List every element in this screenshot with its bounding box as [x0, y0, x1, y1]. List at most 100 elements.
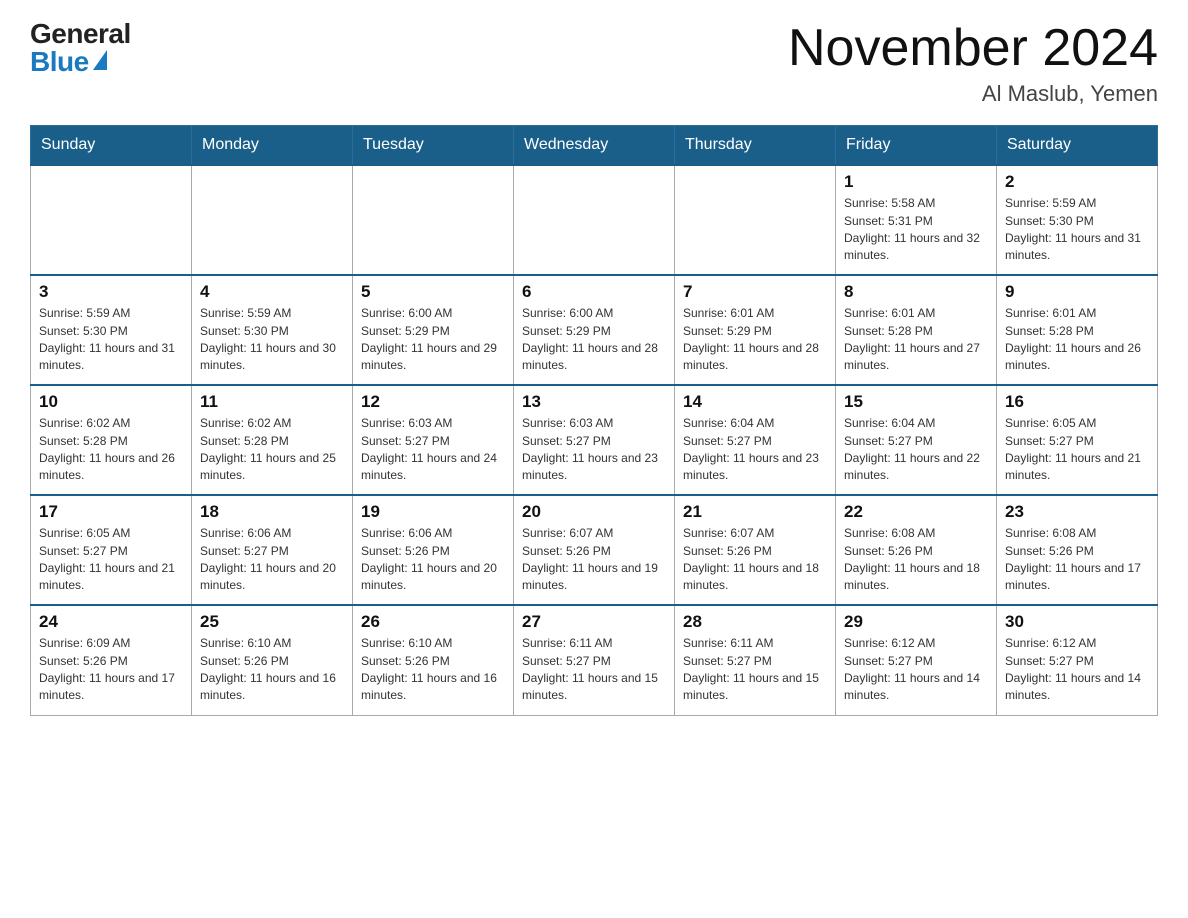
weekday-header-tuesday: Tuesday	[353, 126, 514, 166]
calendar-cell: 20 Sunrise: 6:07 AM Sunset: 5:26 PM Dayli…	[514, 495, 675, 605]
weekday-header-sunday: Sunday	[31, 126, 192, 166]
day-info: Sunrise: 6:07 AM Sunset: 5:26 PM Dayligh…	[522, 525, 666, 595]
calendar-cell	[353, 165, 514, 275]
calendar-cell	[675, 165, 836, 275]
page-header: General Blue November 2024 Al Maslub, Ye…	[30, 20, 1158, 107]
day-number: 27	[522, 612, 666, 632]
main-title: November 2024	[788, 20, 1158, 77]
day-info: Sunrise: 6:02 AM Sunset: 5:28 PM Dayligh…	[39, 415, 183, 485]
day-info: Sunrise: 5:58 AM Sunset: 5:31 PM Dayligh…	[844, 195, 988, 265]
calendar-cell: 15 Sunrise: 6:04 AM Sunset: 5:27 PM Dayli…	[836, 385, 997, 495]
week-row-3: 10 Sunrise: 6:02 AM Sunset: 5:28 PM Dayli…	[31, 385, 1158, 495]
day-number: 1	[844, 172, 988, 192]
weekday-header-wednesday: Wednesday	[514, 126, 675, 166]
day-info: Sunrise: 6:00 AM Sunset: 5:29 PM Dayligh…	[522, 305, 666, 375]
day-info: Sunrise: 6:01 AM Sunset: 5:28 PM Dayligh…	[844, 305, 988, 375]
day-number: 26	[361, 612, 505, 632]
day-info: Sunrise: 6:10 AM Sunset: 5:26 PM Dayligh…	[200, 635, 344, 705]
day-number: 15	[844, 392, 988, 412]
day-info: Sunrise: 6:11 AM Sunset: 5:27 PM Dayligh…	[683, 635, 827, 705]
day-number: 29	[844, 612, 988, 632]
day-number: 30	[1005, 612, 1149, 632]
day-number: 8	[844, 282, 988, 302]
calendar-cell: 8 Sunrise: 6:01 AM Sunset: 5:28 PM Daylig…	[836, 275, 997, 385]
day-number: 23	[1005, 502, 1149, 522]
calendar-cell	[192, 165, 353, 275]
calendar-cell: 4 Sunrise: 5:59 AM Sunset: 5:30 PM Daylig…	[192, 275, 353, 385]
day-info: Sunrise: 6:07 AM Sunset: 5:26 PM Dayligh…	[683, 525, 827, 595]
day-number: 21	[683, 502, 827, 522]
day-info: Sunrise: 6:06 AM Sunset: 5:26 PM Dayligh…	[361, 525, 505, 595]
day-number: 12	[361, 392, 505, 412]
calendar-cell: 1 Sunrise: 5:58 AM Sunset: 5:31 PM Daylig…	[836, 165, 997, 275]
day-info: Sunrise: 6:10 AM Sunset: 5:26 PM Dayligh…	[361, 635, 505, 705]
day-info: Sunrise: 6:05 AM Sunset: 5:27 PM Dayligh…	[1005, 415, 1149, 485]
day-info: Sunrise: 6:04 AM Sunset: 5:27 PM Dayligh…	[683, 415, 827, 485]
week-row-5: 24Sunrise: 6:09 AM Sunset: 5:26 PM Dayli…	[31, 605, 1158, 715]
day-info: Sunrise: 6:04 AM Sunset: 5:27 PM Dayligh…	[844, 415, 988, 485]
calendar-cell	[31, 165, 192, 275]
calendar-cell: 13 Sunrise: 6:03 AM Sunset: 5:27 PM Dayli…	[514, 385, 675, 495]
calendar-cell: 25 Sunrise: 6:10 AM Sunset: 5:26 PM Dayli…	[192, 605, 353, 715]
day-info: Sunrise: 6:08 AM Sunset: 5:26 PM Dayligh…	[1005, 525, 1149, 595]
day-number: 25	[200, 612, 344, 632]
calendar-table: SundayMondayTuesdayWednesdayThursdayFrid…	[30, 125, 1158, 716]
day-info: Sunrise: 6:08 AM Sunset: 5:26 PM Dayligh…	[844, 525, 988, 595]
week-row-1: 1 Sunrise: 5:58 AM Sunset: 5:31 PM Daylig…	[31, 165, 1158, 275]
calendar-cell: 7Sunrise: 6:01 AM Sunset: 5:29 PM Daylig…	[675, 275, 836, 385]
calendar-cell: 18 Sunrise: 6:06 AM Sunset: 5:27 PM Dayli…	[192, 495, 353, 605]
day-number: 6	[522, 282, 666, 302]
day-info: Sunrise: 5:59 AM Sunset: 5:30 PM Dayligh…	[39, 305, 183, 375]
day-number: 10	[39, 392, 183, 412]
day-info: Sunrise: 6:00 AM Sunset: 5:29 PM Dayligh…	[361, 305, 505, 375]
day-info: Sunrise: 5:59 AM Sunset: 5:30 PM Dayligh…	[200, 305, 344, 375]
day-number: 16	[1005, 392, 1149, 412]
calendar-cell	[514, 165, 675, 275]
calendar-cell: 21 Sunrise: 6:07 AM Sunset: 5:26 PM Dayli…	[675, 495, 836, 605]
calendar-cell: 11Sunrise: 6:02 AM Sunset: 5:28 PM Dayli…	[192, 385, 353, 495]
day-info: Sunrise: 6:11 AM Sunset: 5:27 PM Dayligh…	[522, 635, 666, 705]
weekday-header-saturday: Saturday	[997, 126, 1158, 166]
weekday-header-thursday: Thursday	[675, 126, 836, 166]
calendar-cell: 27 Sunrise: 6:11 AM Sunset: 5:27 PM Dayli…	[514, 605, 675, 715]
calendar-cell: 26 Sunrise: 6:10 AM Sunset: 5:26 PM Dayli…	[353, 605, 514, 715]
weekday-header-monday: Monday	[192, 126, 353, 166]
calendar-cell: 23 Sunrise: 6:08 AM Sunset: 5:26 PM Dayli…	[997, 495, 1158, 605]
day-info: Sunrise: 6:01 AM Sunset: 5:28 PM Dayligh…	[1005, 305, 1149, 375]
day-number: 4	[200, 282, 344, 302]
day-number: 14	[683, 392, 827, 412]
day-number: 9	[1005, 282, 1149, 302]
day-number: 7	[683, 282, 827, 302]
day-number: 19	[361, 502, 505, 522]
calendar-cell: 9 Sunrise: 6:01 AM Sunset: 5:28 PM Daylig…	[997, 275, 1158, 385]
calendar-cell: 3 Sunrise: 5:59 AM Sunset: 5:30 PM Daylig…	[31, 275, 192, 385]
day-number: 28	[683, 612, 827, 632]
calendar-cell: 17Sunrise: 6:05 AM Sunset: 5:27 PM Dayli…	[31, 495, 192, 605]
week-row-4: 17Sunrise: 6:05 AM Sunset: 5:27 PM Dayli…	[31, 495, 1158, 605]
weekday-header-friday: Friday	[836, 126, 997, 166]
calendar-cell: 22Sunrise: 6:08 AM Sunset: 5:26 PM Dayli…	[836, 495, 997, 605]
day-number: 11	[200, 392, 344, 412]
day-info: Sunrise: 6:03 AM Sunset: 5:27 PM Dayligh…	[522, 415, 666, 485]
calendar-cell: 10 Sunrise: 6:02 AM Sunset: 5:28 PM Dayli…	[31, 385, 192, 495]
day-number: 17	[39, 502, 183, 522]
calendar-cell: 19 Sunrise: 6:06 AM Sunset: 5:26 PM Dayli…	[353, 495, 514, 605]
day-info: Sunrise: 6:06 AM Sunset: 5:27 PM Dayligh…	[200, 525, 344, 595]
calendar-cell: 29Sunrise: 6:12 AM Sunset: 5:27 PM Dayli…	[836, 605, 997, 715]
calendar-cell: 6 Sunrise: 6:00 AM Sunset: 5:29 PM Daylig…	[514, 275, 675, 385]
calendar-cell: 14 Sunrise: 6:04 AM Sunset: 5:27 PM Dayli…	[675, 385, 836, 495]
day-number: 20	[522, 502, 666, 522]
calendar-cell: 30Sunrise: 6:12 AM Sunset: 5:27 PM Dayli…	[997, 605, 1158, 715]
day-number: 2	[1005, 172, 1149, 192]
logo: General Blue	[30, 20, 131, 76]
day-info: Sunrise: 6:09 AM Sunset: 5:26 PM Dayligh…	[39, 635, 183, 705]
day-number: 3	[39, 282, 183, 302]
day-number: 18	[200, 502, 344, 522]
weekday-header-row: SundayMondayTuesdayWednesdayThursdayFrid…	[31, 126, 1158, 166]
calendar-cell: 24Sunrise: 6:09 AM Sunset: 5:26 PM Dayli…	[31, 605, 192, 715]
title-block: November 2024 Al Maslub, Yemen	[788, 20, 1158, 107]
logo-blue-text: Blue	[30, 48, 107, 76]
subtitle: Al Maslub, Yemen	[788, 81, 1158, 107]
day-number: 13	[522, 392, 666, 412]
week-row-2: 3 Sunrise: 5:59 AM Sunset: 5:30 PM Daylig…	[31, 275, 1158, 385]
